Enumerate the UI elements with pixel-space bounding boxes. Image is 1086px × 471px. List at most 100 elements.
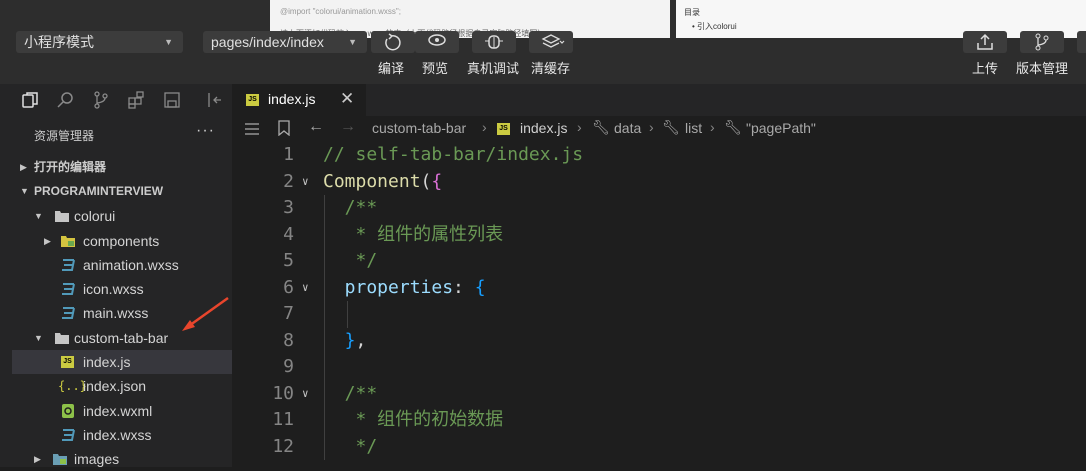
upload-button[interactable] [963,31,1007,53]
forward-icon[interactable]: → [340,118,356,136]
code-line[interactable]: 3 /** [232,195,1086,222]
refresh-icon [385,33,401,51]
project-section[interactable]: ▼ PROGRAMINTERVIEW [12,179,232,203]
code-text: /** [323,197,378,218]
code-text: * 组件的初始数据 [323,409,504,430]
tree-item-components[interactable]: ▶ components [12,229,232,253]
mode-select[interactable]: 小程序模式 ▼ [16,31,183,53]
code-text: }, [323,329,367,351]
line-number: 11 [272,409,294,430]
tree-item-images[interactable]: ▶ images [12,447,232,471]
open-editors-label: 打开的编辑器 [34,160,107,174]
tree-item-label: main.wxss [83,305,149,321]
code-line[interactable]: 6 ∨ properties: { [232,274,1086,302]
doc-toc-title: 目录 [684,8,700,17]
line-number: 12 [272,435,294,457]
chevron-right-icon: ▶ [34,454,41,464]
eye-icon [428,34,446,46]
folder-open-icon [55,211,69,222]
extra-button[interactable] [1077,31,1086,53]
list-icon[interactable] [244,122,260,136]
compile-label[interactable]: 编译 [378,58,404,77]
chevron-right-icon: › [577,119,582,135]
clear-cache-label[interactable]: 清缓存 [531,58,570,77]
collapse-panel-icon[interactable] [206,91,224,109]
tree-item-label: index.wxml [83,403,153,419]
layers-icon [541,34,565,48]
page-select[interactable]: pages/index/index ▼ [203,31,367,53]
js-file-icon: JS [497,123,510,135]
tree-item-index-wxss[interactable]: index.wxss [12,423,232,447]
tree-item-colorui[interactable]: ▼ colorui [12,204,232,228]
tree-item-label: colorui [74,208,116,224]
code-line[interactable]: 10 ∨ /** [232,380,1086,408]
css-file-icon [62,283,75,295]
code-text: Component({ [323,170,443,192]
preview-button[interactable] [415,31,459,53]
code-line[interactable]: 8 }, [232,327,1086,354]
files-icon[interactable] [21,91,39,109]
fold-chevron-icon[interactable]: ∨ [302,381,309,408]
breadcrumb-item[interactable]: list [685,120,702,136]
code-text: properties: { [323,276,486,298]
wrench-icon: 🔧︎ [592,119,610,135]
code-editor[interactable]: 1 // self-tab-bar/index.js 2 ∨ Component({3 … [232,142,1086,467]
save-icon[interactable] [163,91,181,109]
fold-chevron-icon[interactable]: ∨ [302,275,309,302]
open-editors-section[interactable]: ▶ 打开的编辑器 [12,155,232,179]
code-line[interactable]: 1 // self-tab-bar/index.js [232,142,1086,169]
folder-components-icon [61,236,75,247]
debug-button[interactable] [472,31,516,53]
more-icon[interactable]: ··· [196,122,215,140]
breadcrumb-item[interactable]: custom-tab-bar [372,120,466,136]
sidebar: 资源管理器 ··· ▶ 打开的编辑器 ▼ PROGRAMINTERVIEW ▼ … [0,84,232,467]
css-file-icon [62,429,75,441]
folder-images-icon [53,454,67,465]
extensions-icon[interactable] [127,91,145,109]
preview-label[interactable]: 预览 [422,58,448,77]
code-line[interactable]: 5 */ [232,248,1086,275]
tree-item-index-wxml[interactable]: index.wxml [12,399,232,423]
debug-label[interactable]: 真机调试 [467,58,519,77]
tab-index-js[interactable]: JS index.js ✕ [232,84,366,116]
code-line[interactable]: 9 [232,354,1086,381]
json-file-icon: {..} [58,379,87,393]
back-icon[interactable]: ← [308,118,324,136]
chevron-right-icon: ▶ [44,236,51,246]
mode-select-value: 小程序模式 [24,34,94,50]
close-icon[interactable]: ✕ [340,89,354,109]
bookmark-icon[interactable] [277,120,291,136]
line-number: 1 [283,144,294,165]
wxml-file-icon [62,404,74,418]
compile-button[interactable] [371,31,415,53]
chevron-down-icon: ▼ [20,186,29,196]
tree-item-label: components [83,233,160,249]
code-line[interactable]: 2 ∨ Component({ [232,169,1086,196]
editor-tabs: JS index.js ✕ [232,84,1086,116]
fold-chevron-icon[interactable]: ∨ [302,169,309,196]
source-control-icon[interactable] [92,91,110,109]
version-label[interactable]: 版本管理 [1016,58,1068,77]
indent-guide [324,354,325,381]
tree-item-index-js[interactable]: JS index.js [12,350,232,374]
code-line[interactable]: 12 */ [232,433,1086,460]
explorer-title: 资源管理器 [34,129,95,143]
line-number: 10 [272,382,294,404]
search-icon[interactable] [57,91,75,109]
version-button[interactable] [1020,31,1064,53]
breadcrumb-item[interactable]: "pagePath" [746,120,816,136]
breadcrumb-item[interactable]: data [614,120,641,136]
activity-bar [0,84,232,116]
breadcrumb-item[interactable]: index.js [520,120,567,136]
tree-item-animation-wxss[interactable]: animation.wxss [12,253,232,277]
line-number: 8 [283,329,294,351]
code-line[interactable]: 7 [232,301,1086,328]
code-line[interactable]: 4 * 组件的属性列表 [232,221,1086,248]
tree-item-index-json[interactable]: {..} index.json [12,374,232,398]
tree-item-label: index.wxss [83,427,152,443]
code-line[interactable]: 11 * 组件的初始数据 [232,407,1086,434]
tree-item-label: icon.wxss [83,281,144,297]
clear-cache-button[interactable] [529,31,573,53]
page-select-value: pages/index/index [211,34,324,50]
upload-label[interactable]: 上传 [972,58,998,77]
